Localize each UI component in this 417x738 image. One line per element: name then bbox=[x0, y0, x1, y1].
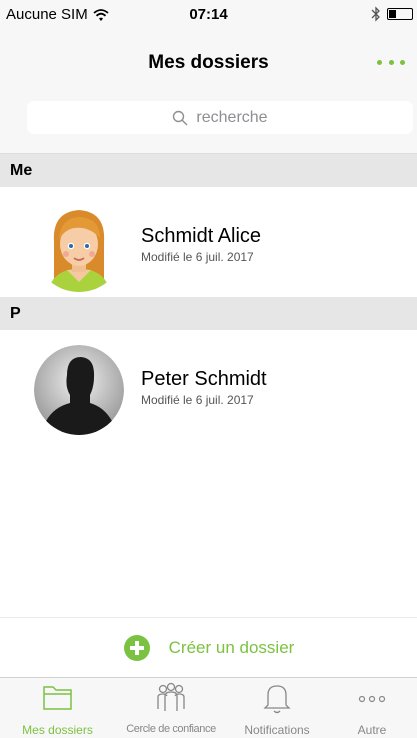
folder-icon bbox=[42, 686, 72, 710]
status-bar: Aucune SIM 07:14 bbox=[0, 0, 417, 38]
bell-icon bbox=[263, 685, 291, 714]
avatar bbox=[34, 345, 124, 435]
tab-label: Cercle de confiance bbox=[126, 723, 216, 735]
people-icon bbox=[157, 682, 185, 711]
create-folder-label: Créer un dossier bbox=[168, 637, 295, 657]
tab-notifications[interactable]: Notifications bbox=[227, 678, 327, 738]
battery-icon bbox=[387, 8, 413, 20]
page-title: Mes dossiers bbox=[148, 52, 269, 73]
tab-other[interactable]: Autre bbox=[327, 678, 417, 738]
search-placeholder: recherche bbox=[196, 108, 268, 126]
tab-label: Autre bbox=[357, 723, 387, 737]
tab-label: Notifications bbox=[244, 723, 310, 737]
folder-modified-date: Modifié le 6 juil. 2017 bbox=[141, 250, 254, 264]
create-folder-button[interactable]: Créer un dossier bbox=[0, 617, 417, 677]
more-dot-icon bbox=[400, 59, 405, 65]
search-area: recherche bbox=[0, 88, 417, 154]
avatar bbox=[34, 202, 124, 292]
search-icon bbox=[173, 110, 188, 125]
status-time: 07:14 bbox=[189, 6, 228, 23]
navigation-bar: Mes dossiers bbox=[0, 38, 417, 88]
folder-modified-date: Modifié le 6 juil. 2017 bbox=[141, 393, 254, 407]
tab-my-folders[interactable]: Mes dossiers bbox=[0, 678, 115, 738]
folder-row-peter[interactable]: Peter Schmidt Modifié le 6 juil. 2017 bbox=[0, 330, 417, 443]
more-options-button[interactable] bbox=[377, 52, 405, 72]
folder-row-alice[interactable]: Schmidt Alice Modifié le 6 juil. 2017 bbox=[0, 187, 417, 300]
section-header-p: P bbox=[0, 297, 417, 330]
tab-label: Mes dossiers bbox=[22, 723, 93, 737]
section-header-me: Me bbox=[0, 154, 417, 187]
folder-name: Peter Schmidt bbox=[141, 368, 267, 390]
tab-trust-circle[interactable]: Cercle de confiance bbox=[115, 678, 227, 738]
folder-name: Schmidt Alice bbox=[141, 225, 262, 247]
tab-bar: Mes dossiers Cercle de confiance Notific… bbox=[0, 677, 417, 738]
more-dot-icon bbox=[377, 59, 382, 65]
more-dot-icon bbox=[388, 59, 394, 65]
bluetooth-icon bbox=[371, 6, 380, 22]
plus-icon bbox=[123, 634, 150, 661]
search-input[interactable]: recherche bbox=[27, 101, 413, 134]
ellipsis-icon bbox=[358, 695, 386, 703]
